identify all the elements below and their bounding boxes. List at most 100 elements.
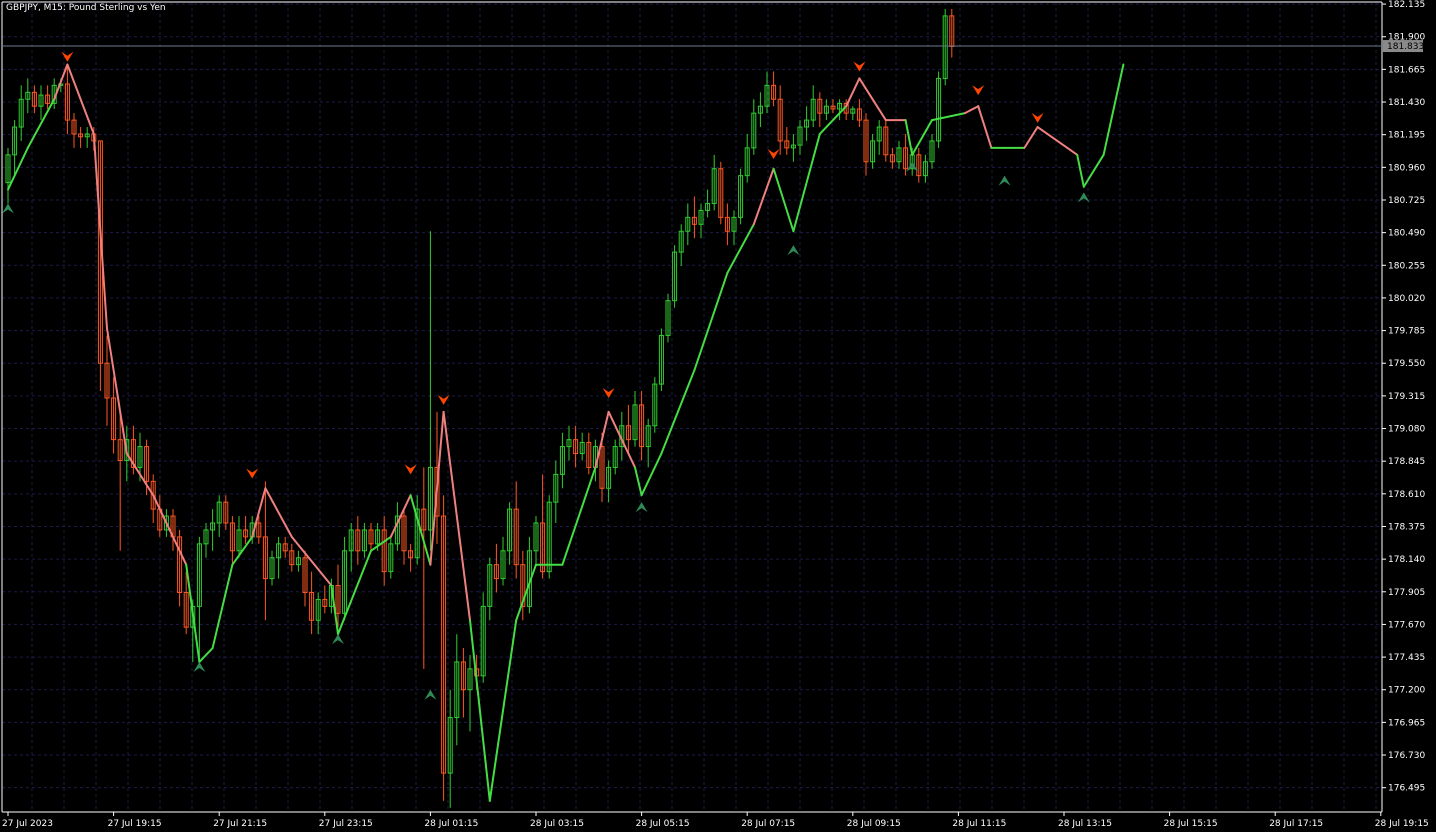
candle (38, 85, 44, 121)
candle (111, 377, 117, 454)
candle (322, 585, 328, 614)
y-tick-label: 177.435 (1388, 653, 1425, 663)
sell-arrow-icon (972, 85, 985, 96)
candle (31, 85, 37, 114)
buy-arrow-icon (2, 203, 14, 214)
candle (342, 536, 348, 621)
candle (203, 523, 209, 558)
candle (408, 543, 414, 572)
candle (757, 92, 763, 128)
candle (262, 481, 268, 621)
candle (368, 523, 374, 551)
candle (355, 516, 361, 565)
candle (520, 550, 526, 621)
candle (777, 85, 783, 155)
x-tick-label: 28 Jul 15:15 (1164, 819, 1218, 829)
candle (467, 655, 473, 732)
trail-segment (1082, 153, 1105, 188)
candle (652, 377, 658, 433)
candle (216, 495, 222, 537)
y-tick-label: 180.020 (1388, 294, 1425, 304)
y-tick-label: 180.490 (1388, 229, 1425, 239)
trail-segment (409, 494, 432, 566)
y-tick-label: 181.430 (1388, 98, 1425, 108)
y-tick-label: 181.195 (1388, 131, 1425, 141)
candle (289, 543, 295, 572)
candle (804, 106, 810, 141)
buy-arrow-icon (1077, 192, 1090, 203)
trail-segment (693, 271, 729, 372)
candle (401, 509, 407, 565)
candle (665, 293, 671, 343)
candle (705, 189, 711, 218)
y-tick-label: 178.140 (1388, 555, 1425, 565)
trail-segment (977, 105, 993, 149)
candle (210, 509, 216, 551)
candle (658, 328, 664, 392)
x-tick-label: 27 Jul 2023 (2, 819, 53, 829)
candle (229, 516, 235, 565)
y-tick-label: 178.610 (1388, 490, 1425, 500)
y-tick-label: 177.670 (1388, 620, 1425, 630)
x-tick-label: 28 Jul 17:15 (1269, 819, 1323, 829)
chart-window[interactable]: 182.135 181.900 181.665 181.430 181.195 180.9… (0, 0, 1436, 832)
trail-segment (660, 369, 696, 455)
trail-segment (911, 119, 933, 156)
buy-arrow-icon (635, 502, 648, 513)
trail-segment (330, 584, 339, 636)
candle (612, 439, 618, 475)
candle (625, 404, 631, 454)
candle (936, 71, 942, 148)
trail-segment (370, 535, 392, 552)
candle (427, 231, 433, 551)
trail-segment (1036, 126, 1079, 156)
candle (929, 133, 935, 169)
trail-segment (66, 63, 95, 135)
candle (751, 99, 757, 155)
candle (711, 154, 717, 211)
x-tick-label: 28 Jul 03:15 (530, 819, 584, 829)
candle (817, 92, 823, 128)
candle (546, 495, 552, 579)
candle (738, 168, 744, 225)
buy-arrow-icon (998, 175, 1011, 186)
candle (170, 509, 176, 551)
trail-segment (7, 146, 29, 191)
y-tick-label: 176.495 (1388, 784, 1425, 794)
current-price-line: 181.833 (2, 40, 1424, 53)
candle (876, 120, 882, 155)
candle (64, 64, 70, 134)
sell-arrow-icon (1031, 112, 1044, 123)
candle (513, 481, 519, 579)
x-tick-label: 28 Jul 11:15 (952, 819, 1006, 829)
x-tick-label: 27 Jul 23:15 (319, 819, 373, 829)
buy-arrow-icon (332, 634, 344, 645)
y-tick-label: 179.080 (1388, 425, 1425, 435)
sell-arrow-icon (61, 51, 74, 62)
y-tick-label: 180.725 (1388, 196, 1425, 206)
trail-segment (231, 535, 254, 566)
candle (421, 467, 427, 669)
candle (196, 536, 202, 662)
candle (883, 120, 889, 162)
candle (903, 133, 909, 176)
candle (863, 113, 869, 176)
price-chart[interactable]: 182.135181.900181.665181.430181.195180.9… (0, 0, 1436, 832)
buy-arrow-icon (787, 245, 800, 256)
y-tick-label: 178.375 (1388, 522, 1425, 532)
x-tick-label: 28 Jul 05:15 (636, 819, 690, 829)
candle (790, 133, 796, 162)
candle (460, 648, 466, 718)
candle (850, 106, 856, 121)
y-tick-label: 176.965 (1388, 718, 1425, 728)
candle (889, 147, 895, 169)
candle (870, 133, 876, 169)
candle (71, 113, 77, 148)
candle (553, 460, 559, 524)
y-tick-label: 182.135 (1388, 0, 1425, 10)
candle (18, 85, 24, 141)
buy-arrow-icon (193, 661, 206, 672)
candle (744, 133, 750, 183)
x-tick-label: 27 Jul 19:15 (108, 819, 162, 829)
sell-arrow-icon (404, 464, 417, 475)
